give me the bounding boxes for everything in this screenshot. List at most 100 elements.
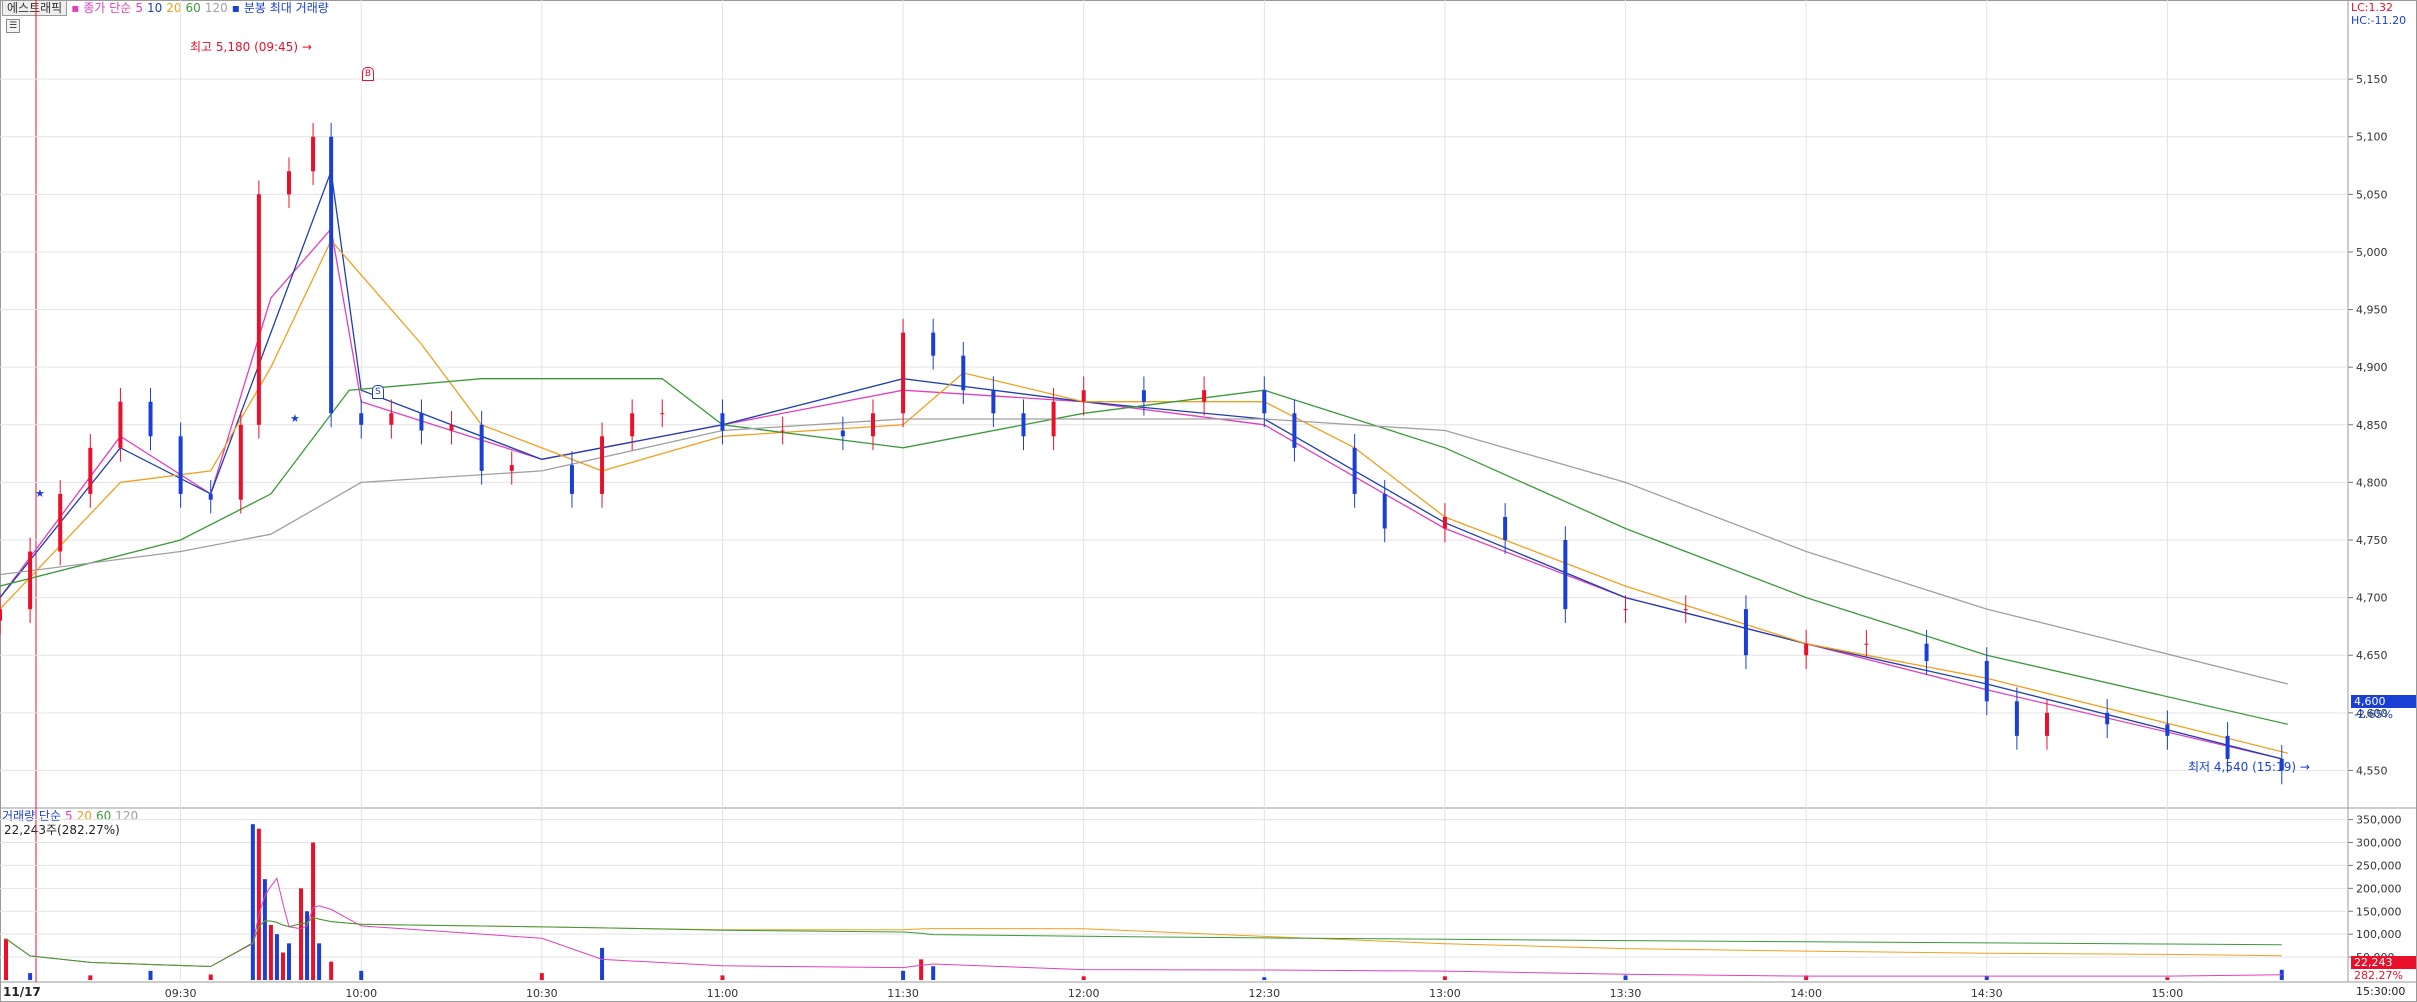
time-tick-label-4: 11:30 xyxy=(887,987,919,1000)
time-tick-label-2: 10:30 xyxy=(526,987,558,1000)
candle-body-1 xyxy=(28,551,33,610)
candle-body-49 xyxy=(1984,660,1989,702)
price-tick-label-5: 4,800 xyxy=(2356,476,2388,489)
volume-bar-3 xyxy=(148,970,153,980)
candle-body-27 xyxy=(901,332,906,414)
candle-body-35 xyxy=(1202,390,1207,402)
candle-body-50 xyxy=(2014,701,2019,736)
time-tick-label-10: 14:30 xyxy=(1971,987,2003,1000)
volume-bar-30 xyxy=(2165,977,2170,980)
volume-bar-16 xyxy=(329,961,334,980)
ma-line-60 xyxy=(0,378,2288,725)
candle-body-20 xyxy=(600,436,605,494)
volume-bar-19 xyxy=(600,947,605,980)
candle-body-48 xyxy=(1924,643,1929,661)
candle-body-36 xyxy=(1262,390,1267,414)
time-tick-label-1: 10:00 xyxy=(345,987,377,1000)
candle-body-30 xyxy=(991,390,996,414)
candle-body-7 xyxy=(208,493,213,500)
grid xyxy=(0,0,2417,1002)
time-tick-label-5: 12:00 xyxy=(1068,987,1100,1000)
candle-body-19 xyxy=(569,465,574,494)
candle-body-12 xyxy=(329,136,334,414)
ma-line-20 xyxy=(0,239,2288,754)
ma-line-120 xyxy=(0,418,2288,685)
volume-bar-5 xyxy=(250,824,255,980)
time-tick-label-7: 13:00 xyxy=(1429,987,1461,1000)
price-tick-label-6: 4,850 xyxy=(2356,419,2388,432)
volume-bar-7 xyxy=(262,879,267,980)
volume-bar-22 xyxy=(919,959,924,980)
candle-body-9 xyxy=(256,194,261,425)
candle-body-4 xyxy=(118,401,123,448)
price-tick-label-9: 5,000 xyxy=(2356,246,2388,259)
current-volume-box: 22,243 xyxy=(2351,956,2416,969)
volume-bar-15 xyxy=(317,943,322,980)
time-axis-ticks: 09:30 10:00 10:30 11:00 11:30 12:00 12:30 13:00… xyxy=(165,987,2183,1000)
volume-bar-29 xyxy=(1984,976,1989,980)
price-tick-label-8: 4,950 xyxy=(2356,304,2388,317)
candle-body-37 xyxy=(1292,413,1297,448)
candle-body-2 xyxy=(58,493,63,552)
candle-body-43 xyxy=(1623,609,1628,611)
candle-body-14 xyxy=(389,413,394,425)
candle-body-3 xyxy=(88,447,93,494)
time-tick-label-0: 09:30 xyxy=(165,987,197,1000)
volume-ma-lines xyxy=(5,877,2282,977)
volume-bar-0 xyxy=(4,938,9,980)
price-tick-label-12: 5,150 xyxy=(2356,73,2388,86)
current-volume-pct: 282.27% xyxy=(2354,969,2403,982)
candle-body-5 xyxy=(148,401,153,437)
candle-body-25 xyxy=(840,430,845,437)
candle-body-13 xyxy=(359,413,364,425)
candle-body-54 xyxy=(2225,735,2230,759)
signal-star-1: ★ xyxy=(35,487,45,500)
candle-body-28 xyxy=(931,332,936,356)
volume-bar-27 xyxy=(1623,975,1628,980)
candle-body-26 xyxy=(870,413,875,437)
price-tick-label-3: 4,700 xyxy=(2356,592,2388,605)
candle-body-33 xyxy=(1081,390,1086,402)
candle-body-32 xyxy=(1051,401,1056,437)
candle-body-17 xyxy=(479,424,484,471)
volume-bar-11 xyxy=(286,943,291,980)
volume-ma-20 xyxy=(5,916,2282,968)
candle-body-15 xyxy=(419,413,424,431)
current-price-box: 4,600 xyxy=(2351,695,2416,708)
marker-b: B xyxy=(362,67,374,81)
candle-body-31 xyxy=(1021,413,1026,437)
candle-body-51 xyxy=(2044,712,2049,736)
candle-body-52 xyxy=(2105,712,2110,725)
date-label: 11/17 xyxy=(3,985,41,999)
marker-s: S xyxy=(372,385,384,399)
candle-body-40 xyxy=(1442,516,1447,529)
volume-bar-23 xyxy=(931,966,936,980)
volume-ma-60 xyxy=(5,916,2282,968)
volume-bar-20 xyxy=(720,975,725,980)
price-tick-label-0: 4,550 xyxy=(2356,764,2388,777)
end-time-label: 15:30:00 xyxy=(2356,985,2406,998)
volume-bar-2 xyxy=(88,975,93,980)
candle-body-42 xyxy=(1563,540,1568,610)
ma-line-10 xyxy=(0,171,2282,760)
low-label: 최저 4,540 (15:19) → xyxy=(2188,760,2310,774)
time-tick-label-6: 12:30 xyxy=(1248,987,1280,1000)
candle-body-39 xyxy=(1382,493,1387,529)
candle-body-46 xyxy=(1804,643,1809,656)
volume-bar-4 xyxy=(208,974,213,980)
time-tick-label-11: 15:00 xyxy=(2152,987,2184,1000)
time-tick-label-9: 14:00 xyxy=(1790,987,1822,1000)
candle-body-11 xyxy=(311,136,316,172)
volume-ma-5 xyxy=(5,877,2282,977)
candle-body-18 xyxy=(509,465,514,471)
volume-bar-25 xyxy=(1262,977,1267,980)
candle-body-44 xyxy=(1683,609,1688,611)
candle-body-0 xyxy=(0,609,2,621)
volume-bar-21 xyxy=(901,970,906,980)
volume-bar-24 xyxy=(1081,976,1086,980)
candle-body-38 xyxy=(1352,447,1357,494)
signal-star-2: ★ xyxy=(290,412,300,425)
volume-tick-label-6: 350,000 xyxy=(2356,814,2402,827)
volume-tick-label-1: 100,000 xyxy=(2356,928,2402,941)
volume-bar-26 xyxy=(1442,976,1447,980)
